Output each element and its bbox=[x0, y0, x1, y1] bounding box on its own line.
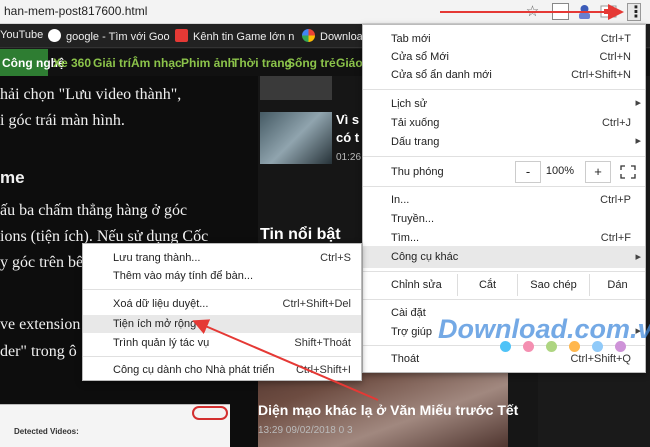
arrow-to-extensions bbox=[192, 319, 379, 401]
annotation-arrows bbox=[192, 4, 624, 401]
